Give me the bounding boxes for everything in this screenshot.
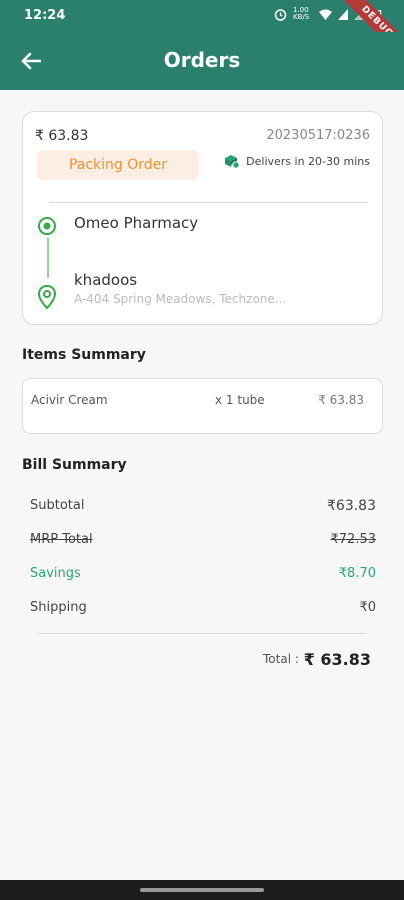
store-name: Omeo Pharmacy [74, 214, 199, 232]
divider [49, 202, 368, 203]
bill-label: Subtotal [30, 498, 85, 513]
bill-summary-title: Bill Summary [22, 457, 127, 473]
item-price: ₹ 63.83 [318, 393, 364, 407]
order-price: ₹ 63.83 [35, 128, 89, 144]
item-quantity: x 1 tube [215, 393, 265, 407]
data-rate-text: 1.00 KB/S [293, 6, 310, 21]
delivery-text: Delivers in 20-30 mins [246, 155, 370, 168]
bill-value: ₹8.70 [338, 566, 376, 581]
bill-row-savings: Savings ₹8.70 [30, 566, 376, 581]
route-line [47, 238, 49, 278]
customer-name: khadoos [74, 271, 138, 289]
total-value: ₹ 63.83 [303, 650, 371, 669]
page-title: Orders [163, 48, 241, 72]
divider [38, 633, 366, 634]
bill-value: ₹63.83 [327, 498, 376, 514]
customer-address: A-404 Spring Meadows, Techzone... [74, 292, 287, 306]
bill-label: MRP Total [30, 532, 93, 547]
delivery-estimate: Delivers in 20-30 mins [224, 154, 370, 169]
system-nav-bar [0, 880, 404, 900]
order-status-label: Packing Order [68, 157, 168, 173]
signal-icon [338, 8, 348, 20]
item-name: Acivir Cream [31, 393, 108, 407]
bill-value: ₹72.53 [330, 532, 377, 547]
store-location-icon [38, 217, 56, 235]
order-id: 20230517:0236 [266, 128, 370, 143]
status-bar: 12:24 1.00 KB/S 21 DEBUG [0, 0, 404, 67]
bill-label: Savings [30, 566, 81, 581]
app-bar: Orders [0, 32, 404, 90]
bill-label: Shipping [30, 600, 87, 615]
home-gesture-handle[interactable] [140, 888, 264, 892]
bill-value: ₹0 [359, 600, 376, 615]
total-label: Total : [263, 652, 299, 666]
order-status-badge: Packing Order [37, 150, 199, 180]
bill-row-mrp-total: MRP Total ₹72.53 [30, 532, 376, 547]
bill-row-subtotal: Subtotal ₹63.83 [30, 498, 376, 514]
status-time: 12:24 [24, 8, 66, 23]
map-pin-icon [37, 285, 57, 309]
bill-row-shipping: Shipping ₹0 [30, 600, 376, 615]
order-card[interactable]: ₹ 63.83 20230517:0236 Packing Order Deli… [22, 111, 383, 325]
alarm-icon [274, 8, 287, 21]
delivery-box-icon [225, 155, 240, 169]
wifi-icon [319, 9, 332, 20]
items-summary-card: Acivir Cream x 1 tube ₹ 63.83 [22, 378, 383, 434]
items-summary-title: Items Summary [22, 347, 146, 363]
